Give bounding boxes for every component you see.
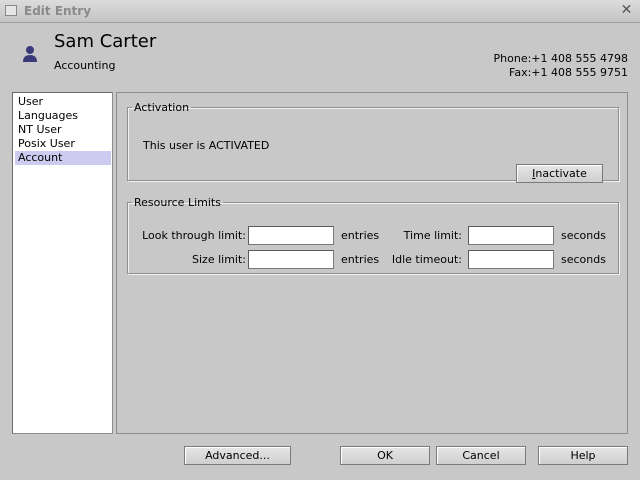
ok-button[interactable]: OK [340, 446, 430, 465]
contact-info: Phone:+1 408 555 4798 Fax:+1 408 555 975… [494, 52, 628, 80]
cancel-button[interactable]: Cancel [436, 446, 526, 465]
user-name: Sam Carter [54, 31, 157, 52]
activation-group: Activation This user is ACTIVATED Inacti… [127, 101, 619, 183]
resource-limits-group: Resource Limits Look through limit: entr… [127, 196, 619, 274]
activation-legend: Activation [134, 101, 190, 114]
look-through-unit: entries [341, 229, 380, 242]
inactivate-label: nactivate [535, 167, 587, 180]
nav-item-nt-user[interactable]: NT User [15, 123, 111, 137]
window-menu-icon[interactable] [5, 5, 17, 16]
resource-limits-legend: Resource Limits [134, 196, 221, 209]
fax-text: Fax:+1 408 555 9751 [509, 66, 628, 79]
category-list[interactable]: User Languages NT User Posix User Accoun… [12, 92, 113, 434]
size-limit-label: Size limit: [192, 253, 246, 266]
time-limit-unit: seconds [561, 229, 606, 242]
close-icon[interactable]: ✕ [619, 3, 634, 18]
idle-timeout-input[interactable] [468, 250, 554, 269]
activation-status: This user is ACTIVATED [143, 139, 270, 152]
idle-timeout-label: Idle timeout: [391, 253, 462, 266]
user-icon [23, 46, 37, 62]
size-limit-input[interactable] [248, 250, 334, 269]
window-title: Edit Entry [24, 4, 92, 18]
inactivate-button[interactable]: Inactivate [516, 164, 603, 183]
look-through-label: Look through limit: [142, 229, 246, 242]
time-limit-label: Time limit: [403, 229, 462, 242]
phone-text: Phone:+1 408 555 4798 [493, 52, 628, 65]
nav-item-posix-user[interactable]: Posix User [15, 137, 111, 151]
advanced-button[interactable]: Advanced... [184, 446, 291, 465]
nav-item-languages[interactable]: Languages [15, 109, 111, 123]
time-limit-input[interactable] [468, 226, 554, 245]
nav-item-user[interactable]: User [15, 95, 111, 109]
nav-item-account[interactable]: Account [15, 151, 111, 165]
idle-timeout-unit: seconds [561, 253, 606, 266]
title-bar[interactable]: Edit Entry ✕ [0, 0, 640, 23]
size-limit-unit: entries [341, 253, 380, 266]
help-button[interactable]: Help [538, 446, 628, 465]
user-department: Accounting [54, 59, 116, 72]
account-panel: Activation This user is ACTIVATED Inacti… [116, 92, 628, 434]
look-through-input[interactable] [248, 226, 334, 245]
